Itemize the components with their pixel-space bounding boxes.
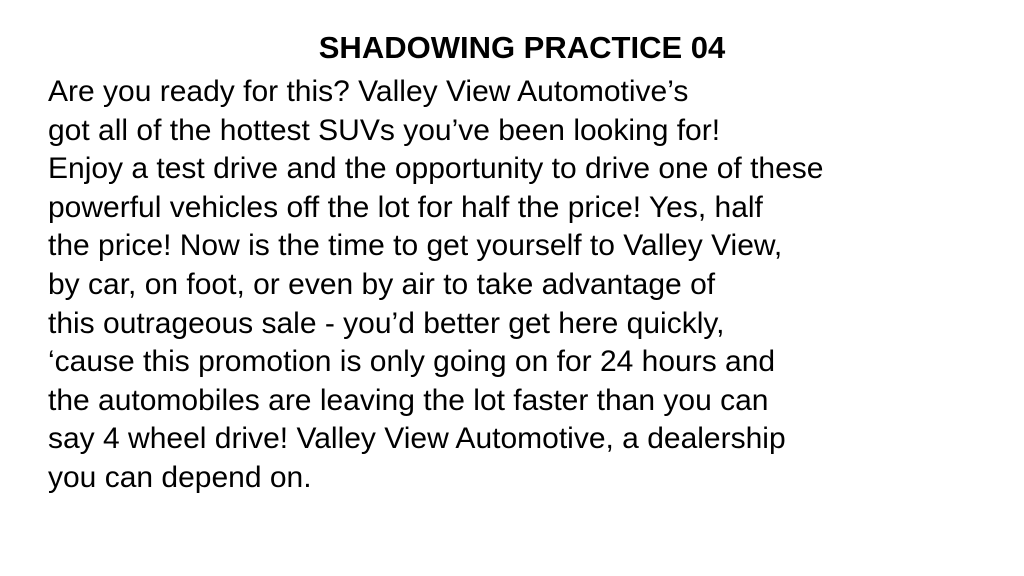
text-line: powerful vehicles off the lot for half t… [48,190,763,224]
text-line: the automobiles are leaving the lot fast… [48,383,769,417]
text-line: ‘cause this promotion is only going on f… [48,345,776,379]
text-line: say 4 wheel drive! Valley View Automotiv… [48,422,786,456]
text-line: by car, on foot, or even by air to take … [48,267,716,301]
text-line: this outrageous sale - you’d better get … [48,306,725,340]
text-line: the price! Now is the time to get yourse… [48,229,783,263]
page-title: SHADOWING PRACTICE 04 [318,30,726,65]
passage-text: Are you ready for this? Valley View Auto… [48,73,824,498]
text-line: Enjoy a test drive and the opportunity t… [48,152,824,186]
text-line: Are you ready for this? Valley View Auto… [48,75,689,108]
text-line: got all of the hottest SUVs you’ve been … [48,113,721,147]
text-line: you can depend on. [48,460,312,494]
